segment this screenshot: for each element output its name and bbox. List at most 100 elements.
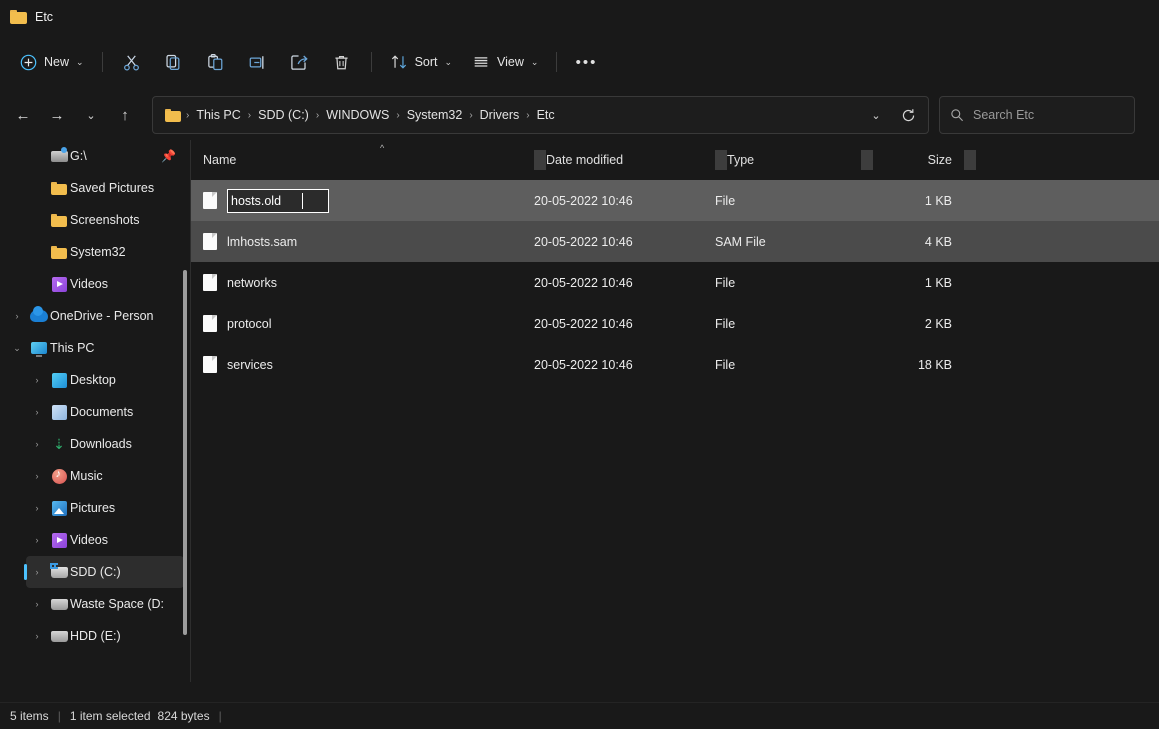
delete-button[interactable] (321, 45, 363, 79)
address-dropdown-button[interactable]: ⌄ (860, 99, 892, 131)
rename-input[interactable] (227, 188, 329, 213)
cell-size: 2 KB (924, 316, 952, 331)
column-divider[interactable] (964, 150, 976, 170)
address-bar-row: ← → ⌄ ↑ › This PC › SDD (C:) › WINDOWS ›… (0, 90, 1159, 140)
refresh-button[interactable] (892, 99, 924, 131)
expand-chevron-icon[interactable]: › (26, 471, 48, 481)
expand-chevron-icon[interactable]: › (6, 311, 28, 321)
column-headers: Name ^ Date modified Type Size (191, 140, 1159, 180)
sidebar-item-screenshots[interactable]: Screenshots (26, 204, 184, 236)
sidebar-item-hdd-e[interactable]: › HDD (E:) (26, 620, 184, 652)
table-row[interactable]: services 20-05-2022 10:46 File 18 KB (191, 344, 1159, 385)
sidebar-item-downloads[interactable]: › ⇣ Downloads (26, 428, 184, 460)
expand-chevron-icon[interactable]: › (26, 535, 48, 545)
paste-button[interactable] (195, 45, 237, 79)
file-icon (203, 233, 217, 250)
sort-button-label: Sort (414, 55, 438, 69)
sidebar-item-label: Pictures (70, 501, 116, 515)
video-folder-icon (51, 532, 67, 548)
view-button[interactable]: View ⌄ (462, 45, 548, 79)
expand-chevron-icon[interactable]: › (26, 599, 48, 609)
search-box[interactable]: Search Etc (939, 96, 1135, 134)
sort-button[interactable]: Sort ⌄ (380, 45, 462, 79)
address-bar[interactable]: › This PC › SDD (C:) › WINDOWS › System3… (152, 96, 929, 134)
file-name-label: services (227, 357, 273, 372)
search-input[interactable]: Search Etc (973, 108, 1034, 122)
sort-icon (391, 55, 406, 69)
sidebar-item-music[interactable]: › Music (26, 460, 184, 492)
cell-name: lmhosts.sam (191, 233, 534, 250)
expand-chevron-icon[interactable]: ⌄ (6, 343, 28, 354)
sidebar-item-g[interactable]: G:\ 📌 (26, 140, 184, 172)
forward-button[interactable]: → (40, 98, 74, 132)
breadcrumb-item-sdd-c[interactable]: SDD (C:) (252, 105, 315, 125)
sidebar-item-label: OneDrive - Person (50, 309, 154, 323)
breadcrumb-item-this-pc[interactable]: This PC (190, 105, 246, 125)
sidebar-item-this-pc[interactable]: ⌄ This PC (6, 332, 184, 364)
breadcrumb-item-windows[interactable]: WINDOWS (320, 105, 395, 125)
file-list-pane: Name ^ Date modified Type Size hosts.old… (191, 140, 1159, 682)
sidebar-item-waste-space-d[interactable]: › Waste Space (D: (26, 588, 184, 620)
sidebar-scrollbar[interactable] (183, 270, 187, 635)
table-row[interactable]: networks 20-05-2022 10:46 File 1 KB (191, 262, 1159, 303)
status-selection-size: 824 bytes (157, 709, 210, 723)
more-options-button[interactable]: ••• (565, 45, 607, 79)
sidebar-item-documents[interactable]: › Documents (26, 396, 184, 428)
breadcrumb-item-etc[interactable]: Etc (531, 105, 561, 125)
folder-icon (10, 10, 27, 24)
column-header-date-modified[interactable]: Date modified (534, 140, 715, 180)
scissors-icon (124, 54, 140, 71)
column-header-name[interactable]: Name ^ (191, 140, 534, 180)
music-icon (51, 468, 67, 484)
sidebar-item-label: Videos (70, 533, 108, 547)
navigation-pane: G:\ 📌 Saved Pictures Screenshots System32 Vid… (0, 140, 190, 682)
up-button[interactable]: ↑ (108, 98, 142, 132)
file-icon (203, 274, 217, 291)
new-button[interactable]: New ⌄ (10, 45, 94, 79)
column-header-name-label: Name (203, 153, 237, 167)
column-header-type[interactable]: Type (715, 140, 861, 180)
sidebar-item-sdd-c[interactable]: › SDD (C:) (24, 556, 184, 588)
documents-icon (51, 404, 67, 420)
column-header-date-label: Date modified (546, 153, 624, 167)
sidebar-item-desktop[interactable]: › Desktop (26, 364, 184, 396)
column-header-size[interactable]: Size (861, 140, 964, 180)
share-button[interactable] (279, 45, 321, 79)
sidebar-item-label: Desktop (70, 373, 116, 387)
sidebar-item-saved-pictures[interactable]: Saved Pictures (26, 172, 184, 204)
copy-button[interactable] (153, 45, 195, 79)
rename-button[interactable] (237, 45, 279, 79)
chevron-down-icon: ⌄ (444, 56, 453, 67)
expand-chevron-icon[interactable]: › (26, 631, 48, 641)
expand-chevron-icon[interactable]: › (26, 439, 48, 449)
expand-chevron-icon[interactable]: › (26, 567, 48, 577)
pin-icon[interactable]: 📌 (161, 149, 176, 163)
cell-type: SAM File (715, 234, 766, 249)
table-row[interactable]: lmhosts.sam 20-05-2022 10:46 SAM File 4 KB (191, 221, 1159, 262)
status-separator: | (218, 709, 222, 723)
breadcrumb: › This PC › SDD (C:) › WINDOWS › System3… (165, 105, 860, 125)
expand-chevron-icon[interactable]: › (26, 503, 48, 513)
expand-chevron-icon[interactable]: › (26, 407, 48, 417)
breadcrumb-item-system32[interactable]: System32 (401, 105, 469, 125)
sidebar-item-videos[interactable]: › Videos (26, 524, 184, 556)
breadcrumb-item-drivers[interactable]: Drivers (474, 105, 526, 125)
back-button[interactable]: ← (6, 98, 40, 132)
sidebar-item-videos[interactable]: Videos (26, 268, 184, 300)
column-divider[interactable] (715, 150, 727, 170)
sidebar-item-system32[interactable]: System32 (26, 236, 184, 268)
column-divider[interactable] (534, 150, 546, 170)
table-row[interactable]: 20-05-2022 10:46 File 1 KB (191, 180, 1159, 221)
cell-date-modified: 20-05-2022 10:46 (534, 275, 633, 290)
breadcrumb-separator: › (469, 109, 473, 121)
column-divider[interactable] (861, 150, 873, 170)
cell-size: 1 KB (924, 275, 952, 290)
sidebar-item-onedrive-person[interactable]: › OneDrive - Person (6, 300, 184, 332)
table-row[interactable]: protocol 20-05-2022 10:46 File 2 KB (191, 303, 1159, 344)
sidebar-item-pictures[interactable]: › Pictures (26, 492, 184, 524)
recent-locations-button[interactable]: ⌄ (74, 98, 108, 132)
cell-date-modified: 20-05-2022 10:46 (534, 234, 633, 249)
expand-chevron-icon[interactable]: › (26, 375, 48, 385)
cut-button[interactable] (111, 45, 153, 79)
cell-date-modified: 20-05-2022 10:46 (534, 357, 633, 372)
